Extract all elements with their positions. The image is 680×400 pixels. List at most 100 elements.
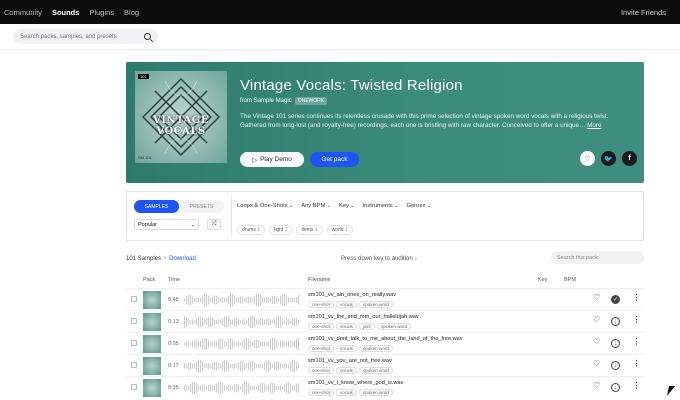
filter-loops-oneshots[interactable]: Loops & One-Shots [237,203,293,209]
table-row[interactable]: 0:17 sm101_vv_you_are_not_free.wav one-sho… [126,354,644,376]
play-demo-button[interactable]: ▷ Play Demo [240,152,304,167]
heart-icon[interactable]: ♡ [592,337,601,346]
sample-tag[interactable]: vocals [335,323,357,330]
filter-key[interactable]: Key [339,203,355,209]
row-checkbox[interactable] [131,362,137,368]
sample-tag[interactable]: spoken word [358,345,393,352]
publisher-tag: ONEWORK [294,97,328,105]
sample-tag[interactable]: one-shot [308,323,334,330]
header-divider [0,49,680,50]
get-pack-button[interactable]: Get pack [310,152,359,167]
col-filename[interactable]: Filename [308,277,331,283]
favorite-heart-icon[interactable]: ♡ [580,151,595,166]
table-row[interactable]: 0:13 sm101_vv_the_end_mm_our_hallelujah.w… [126,310,644,332]
sample-tag[interactable]: vocals [335,345,357,352]
filter-instruments[interactable]: Instruments [363,203,399,209]
check-icon[interactable]: ✓ [611,295,620,304]
pack-title: Vintage Vocals: Twisted Religion [240,77,463,94]
filter-panel: SAMPLES PRESETS Popular ⌄ ⤮ Loops & One-… [126,191,644,241]
nav-blog[interactable]: Blog [124,8,139,17]
waveform[interactable] [184,358,300,374]
sort-select[interactable]: Popular ⌄ [134,219,199,230]
pack-search-input[interactable]: Search this pack [551,251,644,264]
filter-bpm[interactable]: Any BPM [301,203,331,209]
publisher-link[interactable]: from Sample Magic [240,98,292,104]
main-nav: Community Sounds Plugins Blog [4,8,139,17]
chip-light[interactable]: light [269,225,293,235]
cover-badge: 101 [138,74,149,79]
sample-tag[interactable]: one-shot [308,345,334,352]
sample-tags: one-shot vocals jazz spoken word [308,323,412,330]
search-icon[interactable] [144,33,151,40]
row-checkbox[interactable] [131,384,137,390]
more-options-icon[interactable]: ⋮ [632,337,641,346]
waveform[interactable] [184,336,300,352]
pack-thumbnail[interactable] [143,291,161,309]
sample-duration: 0:05 [168,341,179,347]
pack-thumbnail[interactable] [143,313,161,331]
row-checkbox[interactable] [131,340,137,346]
sample-tag[interactable]: spoken word [358,389,393,396]
row-checkbox[interactable] [131,296,137,302]
sample-tags: one-shot vocals spoken word [308,345,393,352]
nav-community[interactable]: Community [4,8,42,17]
col-bpm[interactable]: BPM [564,277,576,283]
more-options-icon[interactable]: ⋮ [632,381,641,390]
col-key[interactable]: Key [538,277,547,283]
chip-items[interactable]: items [296,225,323,235]
heart-icon[interactable]: ♡ [592,381,601,390]
invite-friends-link[interactable]: Invite Friends [621,8,666,17]
twitter-icon[interactable]: 🐦 [601,151,616,166]
heart-icon[interactable]: ♡ [592,315,601,324]
sample-tags: one-shot vocals spoken word [308,301,393,308]
chip-drums[interactable]: drums [237,225,266,235]
table-row[interactable]: 0:48 sm101_vv_ain_ones_on_really.wav one-s… [126,288,644,310]
heart-icon[interactable]: ♡ [592,293,601,302]
more-link[interactable]: More [587,122,601,129]
waveform[interactable] [184,380,300,396]
sample-tag[interactable]: spoken word [377,323,412,330]
filter-genres[interactable]: Genres [406,203,431,209]
waveform[interactable] [184,314,300,330]
sample-tag[interactable]: vocals [335,301,357,308]
download-icon[interactable]: ↓ [611,339,620,348]
nav-sounds[interactable]: Sounds [52,8,80,17]
pack-thumbnail[interactable] [143,379,161,397]
more-options-icon[interactable]: ⋮ [632,359,641,368]
sample-tag[interactable]: vocals [335,367,357,374]
download-icon[interactable]: ↓ [611,383,620,392]
chip-world[interactable]: world [326,225,353,235]
sample-tag[interactable]: spoken word [358,367,393,374]
table-row[interactable]: 0:05 sm101_vv_dont_talk_to_me_about_the_l… [126,332,644,354]
sample-tag[interactable]: vocals [335,389,357,396]
sample-filename[interactable]: sm101_vv_i_know_where_god_is.wav [308,380,403,386]
sample-tag[interactable]: spoken word [358,301,393,308]
pack-thumbnail[interactable] [143,335,161,353]
row-checkbox[interactable] [131,318,137,324]
sample-tag[interactable]: one-shot [308,367,334,374]
sample-filename[interactable]: sm101_vv_the_end_mm_our_hallelujah.wav [308,314,419,320]
tab-samples[interactable]: SAMPLES [134,200,179,213]
pack-description: The Vintage 101 series continues its rel… [240,113,609,129]
more-options-icon[interactable]: ⋮ [632,315,641,324]
download-icon[interactable]: ↓ [611,317,620,326]
sample-tag[interactable]: one-shot [308,389,334,396]
download-link[interactable]: Download [169,256,196,262]
sample-tag[interactable]: one-shot [308,301,334,308]
sample-filename[interactable]: sm101_vv_ain_ones_on_really.wav [308,292,396,298]
shuffle-icon[interactable]: ⤮ [207,219,221,230]
more-options-icon[interactable]: ⋮ [632,293,641,302]
sample-filename[interactable]: sm101_vv_you_are_not_free.wav [308,358,392,364]
audition-hint: Press down key to audition ↓ [341,256,417,262]
heart-icon[interactable]: ♡ [592,359,601,368]
waveform[interactable] [184,292,300,308]
global-search-input[interactable]: Search packs, samples, and presets [13,29,158,44]
tab-presets[interactable]: PRESETS [179,200,224,213]
sample-tag[interactable]: jazz [358,323,376,330]
pack-thumbnail[interactable] [143,357,161,375]
facebook-icon[interactable]: f [622,151,637,166]
nav-plugins[interactable]: Plugins [89,8,114,17]
sample-filename[interactable]: sm101_vv_dont_talk_to_me_about_the_land_… [308,336,463,342]
download-icon[interactable]: ↓ [611,361,620,370]
table-row[interactable]: 0:35 sm101_vv_i_know_where_god_is.wav one-… [126,376,644,398]
